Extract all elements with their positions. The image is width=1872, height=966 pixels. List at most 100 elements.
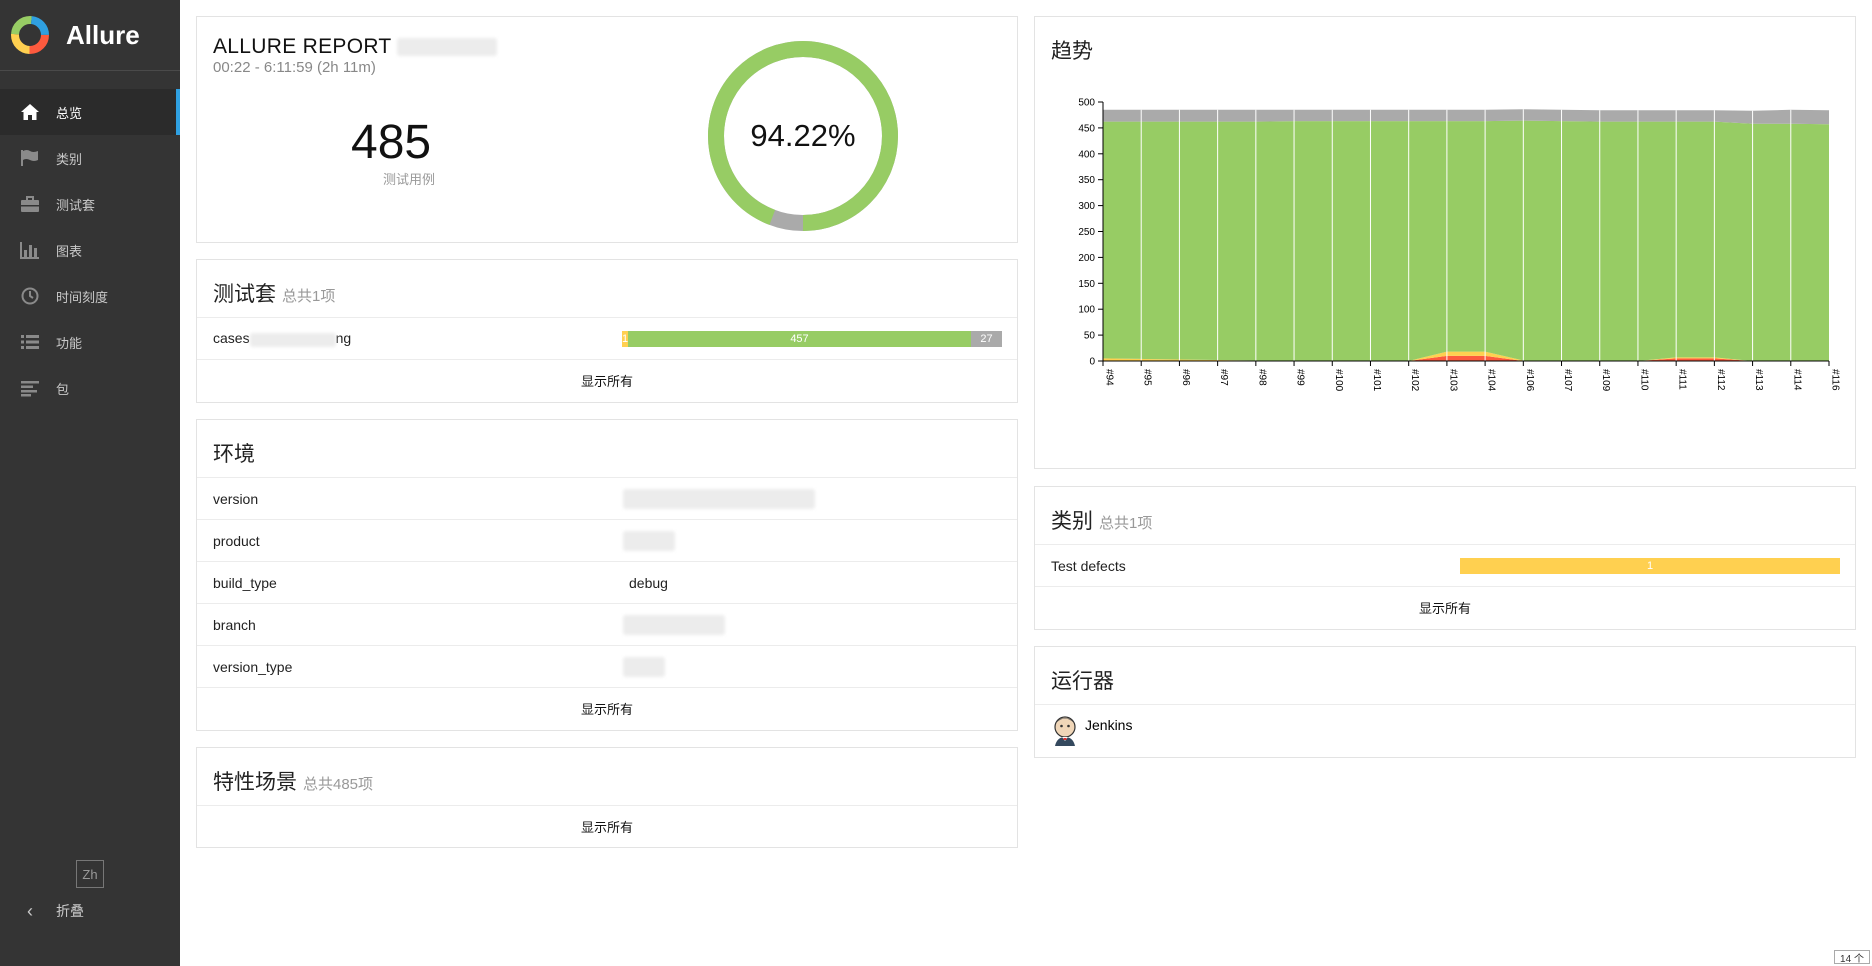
app-name: Allure: [66, 19, 140, 50]
test-case-count-label: 测试用例: [383, 172, 436, 187]
x-tick-label: #112: [1715, 369, 1726, 391]
x-tick-label: #109: [1600, 369, 1611, 392]
x-tick-label: #95: [1142, 369, 1153, 386]
trend-area-passed: [1103, 120, 1829, 361]
suite-name: cases ng: [213, 330, 352, 347]
env-row: version_type: [197, 646, 1017, 688]
features-widget: 特性场景 总共485项 显示所有: [196, 747, 1018, 848]
env-value-redacted: [623, 488, 815, 509]
jenkins-icon: [1054, 716, 1076, 746]
x-tick-label: #100: [1333, 369, 1344, 392]
features-subtitle: 总共485项: [303, 776, 374, 793]
x-tick-label: #113: [1753, 369, 1764, 391]
environment-title: 环境: [197, 420, 1017, 478]
test-case-count: 485: [351, 116, 432, 169]
y-tick-label: 350: [1078, 175, 1095, 186]
x-tick-label: #116: [1830, 369, 1841, 391]
bar-chart-icon: [18, 240, 42, 260]
x-tick-label: #106: [1524, 369, 1535, 392]
y-tick-label: 300: [1078, 201, 1095, 212]
x-tick-label: #98: [1256, 369, 1267, 386]
sidebar-item-label: 总览: [56, 105, 83, 121]
report-time-range: 00:22 - 6:11:59 (2h 11m): [213, 59, 376, 76]
executors-title: 运行器: [1035, 647, 1855, 705]
align-left-icon: [18, 378, 42, 398]
categories-widget: 类别 总共1项 Test defects 1 显示所有: [1034, 486, 1856, 630]
sidebar-item-overview[interactable]: 总览: [0, 89, 180, 135]
x-tick-label: #94: [1104, 369, 1115, 386]
executor-item[interactable]: Jenkins: [1035, 705, 1855, 757]
suites-show-all-link[interactable]: 显示所有: [197, 360, 1017, 400]
bar-passed: 457: [628, 331, 971, 347]
collapse-button[interactable]: ‹ 折叠: [18, 898, 84, 924]
executors-widget: 运行器 Jenkins: [1034, 646, 1856, 758]
env-row: build_type debug: [197, 562, 1017, 604]
y-tick-label: 450: [1078, 123, 1095, 134]
sidebar-nav: 总览 类别 测试套 图表 时间刻度 功能 包: [0, 89, 180, 411]
env-value-redacted: [623, 656, 665, 677]
env-key: version: [213, 490, 259, 507]
env-row: version: [197, 478, 1017, 520]
sidebar-item-timeline[interactable]: 时间刻度: [0, 273, 180, 319]
environment-show-all-link[interactable]: 显示所有: [197, 688, 1017, 728]
home-icon: [18, 102, 42, 122]
sidebar-item-label: 图表: [56, 243, 83, 259]
brand[interactable]: Allure: [0, 0, 180, 71]
env-row: product: [197, 520, 1017, 562]
bar-skipped: 27: [971, 331, 1002, 347]
y-tick-label: 400: [1078, 149, 1095, 160]
sidebar-item-behaviors[interactable]: 功能: [0, 319, 180, 365]
category-name: Test defects: [1051, 557, 1126, 574]
report-name-redacted: [397, 38, 498, 57]
x-tick-label: #104: [1486, 369, 1497, 392]
x-tick-label: #114: [1791, 369, 1802, 391]
x-tick-label: #97: [1218, 369, 1229, 386]
suite-row[interactable]: cases ng 1 457 27: [197, 318, 1017, 360]
x-tick-label: #99: [1295, 369, 1306, 386]
features-show-all-link[interactable]: 显示所有: [197, 806, 1017, 846]
sidebar-item-label: 包: [56, 381, 70, 397]
y-tick-label: 250: [1078, 227, 1095, 238]
bar-broken: 1: [1460, 558, 1840, 574]
x-tick-label: #101: [1371, 369, 1382, 392]
clock-icon: [18, 286, 42, 306]
category-status-bar: 1: [1460, 558, 1840, 574]
trend-chart: 0 50 100 150 200 250 300 350 400 450 500 #94 #95 #96 #…: [1078, 98, 1841, 392]
categories-title: 类别 总共1项: [1035, 487, 1855, 545]
main-content: ALLURE REPORT 00:22 - 6:11:59 (2h 11m) 4…: [180, 0, 1872, 966]
sidebar-item-graphs[interactable]: 图表: [0, 227, 180, 273]
x-tick-label: #96: [1180, 369, 1191, 386]
sidebar-item-label: 功能: [56, 335, 83, 351]
footer-count-badge: 14 个: [1834, 950, 1870, 965]
y-tick-label: 200: [1078, 253, 1095, 264]
env-value-redacted: [623, 614, 725, 635]
trend-widget: 趋势 0 50 100 150 200 250 300 350 400 450 500 #94 #95 #…: [1034, 16, 1856, 469]
chevron-left-icon: ‹: [27, 900, 33, 921]
flag-icon: [18, 148, 42, 168]
sidebar-item-label: 类别: [56, 151, 83, 167]
sidebar-item-packages[interactable]: 包: [0, 365, 180, 411]
pass-rate-value: 94.22%: [750, 118, 856, 153]
environment-widget: 环境 version product build_type debug bran…: [196, 419, 1018, 731]
suite-status-bar: 1 457 27: [622, 331, 1002, 347]
x-tick-label: #111: [1677, 369, 1688, 390]
suites-title: 测试套 总共1项: [197, 260, 1017, 318]
report-title: ALLURE REPORT: [213, 35, 498, 59]
sidebar-item-suites[interactable]: 测试套: [0, 181, 180, 227]
env-value-redacted: [623, 530, 675, 551]
list-icon: [18, 332, 42, 352]
category-row[interactable]: Test defects 1: [1035, 545, 1855, 587]
y-tick-label: 500: [1078, 98, 1095, 109]
x-tick-label: #110: [1638, 369, 1649, 391]
briefcase-icon: [18, 194, 42, 214]
y-tick-label: 0: [1089, 357, 1095, 368]
sidebar-item-categories[interactable]: 类别: [0, 135, 180, 181]
language-switch-button[interactable]: Zh: [76, 860, 104, 888]
env-key: branch: [213, 616, 256, 633]
features-title: 特性场景 总共485项: [197, 748, 1017, 806]
y-tick-label: 150: [1078, 279, 1095, 290]
categories-show-all-link[interactable]: 显示所有: [1035, 587, 1855, 627]
sidebar-item-label: 时间刻度: [56, 289, 109, 305]
sidebar-item-label: 测试套: [56, 197, 96, 213]
env-key: build_type: [213, 574, 277, 591]
